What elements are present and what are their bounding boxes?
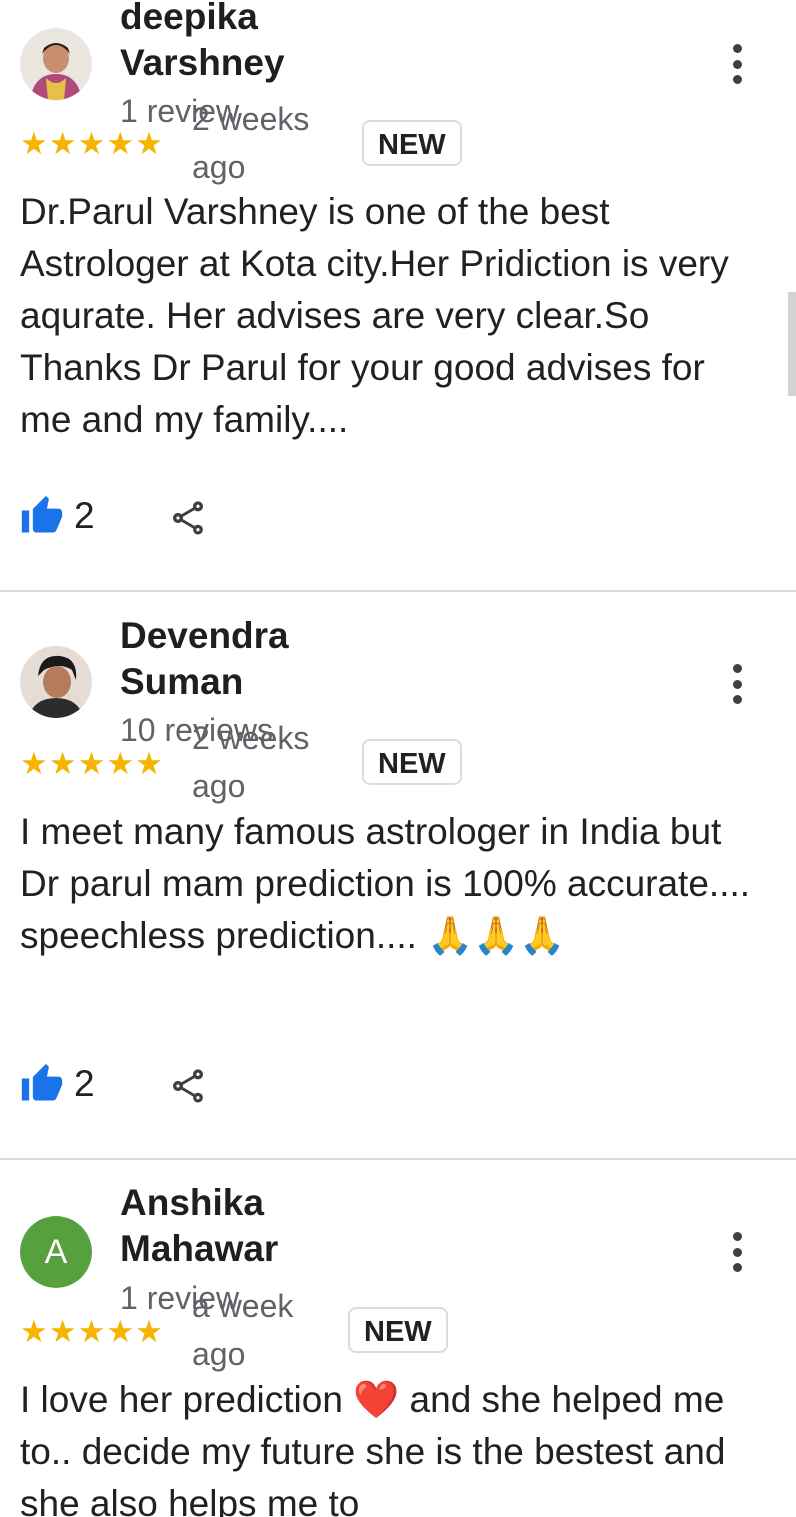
more-vert-icon[interactable] bbox=[722, 1232, 752, 1272]
thumbs-up-icon bbox=[21, 1063, 63, 1101]
new-badge: NEW bbox=[348, 1307, 448, 1353]
reviewer-name[interactable]: deepika Varshney bbox=[120, 0, 360, 86]
heart-emoji: ❤️ bbox=[353, 1379, 400, 1420]
review-text: I meet many famous astrologer in India b… bbox=[20, 806, 760, 962]
new-badge: NEW bbox=[362, 739, 462, 785]
review-time: 2 weeks ago bbox=[192, 720, 310, 804]
star-rating: ★★★★★ bbox=[20, 126, 164, 161]
review-text: I love her prediction ❤️ and she helped … bbox=[20, 1374, 760, 1517]
reviewer-avatar[interactable]: A bbox=[20, 1216, 92, 1288]
review-text-body: I meet many famous astrologer in India b… bbox=[20, 811, 751, 956]
review-time: a week ago bbox=[192, 1288, 294, 1372]
review-card: A Anshika Mahawar 1 review ★★★★★ a week … bbox=[0, 1160, 796, 1517]
prayer-emoji: 🙏🙏🙏 bbox=[427, 915, 566, 956]
thumbs-up-icon bbox=[21, 495, 63, 533]
like-count: 2 bbox=[74, 1063, 95, 1104]
like-count: 2 bbox=[74, 495, 95, 536]
new-badge: NEW bbox=[362, 120, 462, 166]
review-card: Devendra Suman 10 reviews ★★★★★ 2 weeks … bbox=[0, 592, 796, 1158]
star-rating: ★★★★★ bbox=[20, 1314, 164, 1349]
share-icon bbox=[173, 1069, 203, 1103]
like-button[interactable]: 2 bbox=[20, 1062, 95, 1106]
reviewer-name[interactable]: Devendra Suman bbox=[120, 613, 360, 705]
scrollbar-thumb[interactable] bbox=[788, 292, 796, 396]
more-vert-icon[interactable] bbox=[722, 664, 752, 704]
more-vert-icon[interactable] bbox=[722, 44, 752, 84]
reviewer-name[interactable]: Anshika Mahawar bbox=[120, 1180, 360, 1272]
share-button[interactable] bbox=[168, 496, 208, 540]
share-icon bbox=[173, 501, 203, 535]
reviewer-avatar[interactable] bbox=[20, 28, 92, 100]
review-time: 2 weeks ago bbox=[192, 101, 310, 185]
share-button[interactable] bbox=[168, 1064, 208, 1108]
review-card: deepika Varshney 1 review ★★★★★ 2 weeks … bbox=[0, 0, 796, 590]
star-rating: ★★★★★ bbox=[20, 746, 164, 781]
avatar-letter: A bbox=[20, 1216, 92, 1288]
review-text: Dr.Parul Varshney is one of the best Ast… bbox=[20, 191, 729, 440]
like-button[interactable]: 2 bbox=[20, 494, 95, 538]
reviewer-avatar[interactable] bbox=[20, 646, 92, 718]
review-text-body: I love her prediction bbox=[20, 1379, 343, 1420]
